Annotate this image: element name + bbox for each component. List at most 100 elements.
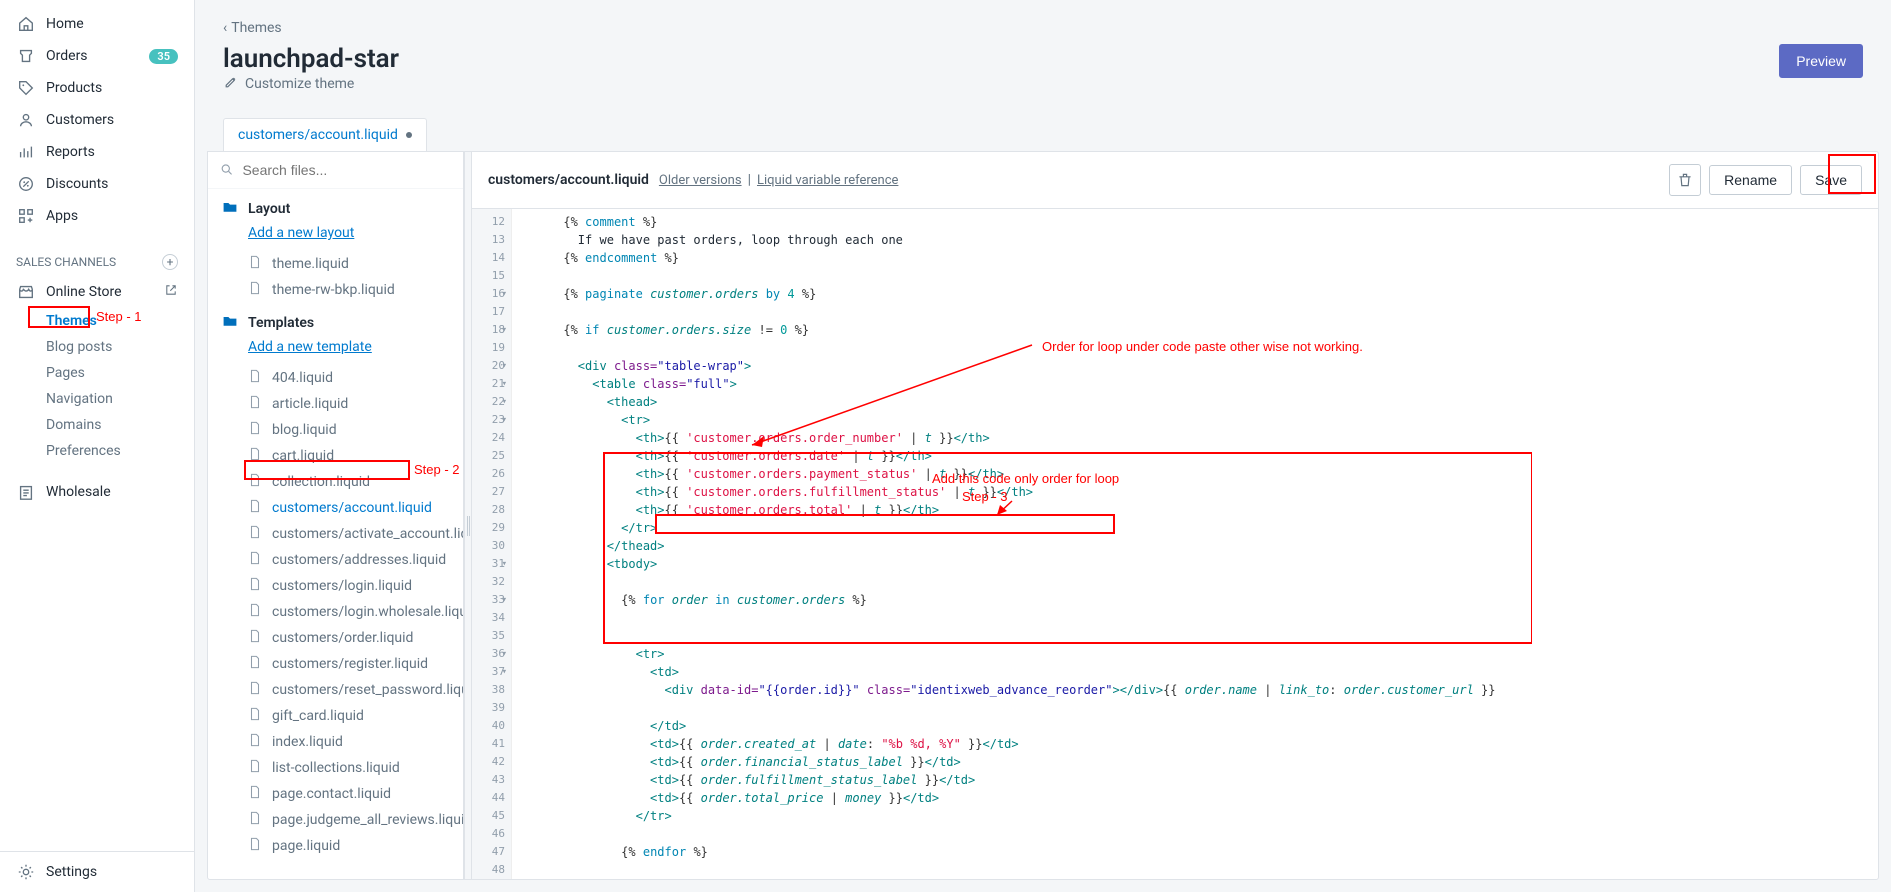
file-item[interactable]: customers/reset_password.liquid [208, 677, 463, 703]
subnav-navigation[interactable]: Navigation [46, 386, 194, 412]
rename-button[interactable]: Rename [1709, 165, 1792, 195]
nav-label: Apps [46, 208, 78, 224]
code-body[interactable]: 1213141516▾1718▾1920▾21▾22▾23▾2425262728… [472, 209, 1878, 879]
file-icon [248, 421, 262, 439]
settings-icon [16, 862, 36, 882]
templates-section-header[interactable]: Templates [208, 303, 463, 337]
liquid-reference-link[interactable]: Liquid variable reference [757, 173, 898, 188]
file-icon [248, 551, 262, 569]
nav-orders[interactable]: Orders 35 [0, 40, 194, 72]
customers-icon [16, 110, 36, 130]
nav-label: Online Store [46, 284, 122, 300]
customize-theme-link[interactable]: Customize theme [223, 74, 399, 94]
nav-discounts[interactable]: Discounts [0, 168, 194, 200]
preview-button[interactable]: Preview [1779, 44, 1863, 78]
orders-icon [16, 46, 36, 66]
nav-settings[interactable]: Settings [0, 852, 194, 892]
annotation-note2: Add this code only order for loop [932, 469, 1119, 489]
file-icon [248, 759, 262, 777]
file-item[interactable]: customers/order.liquid [208, 625, 463, 651]
code-header: customers/account.liquid Older versions … [472, 152, 1878, 209]
file-item[interactable]: customers/login.liquid [208, 573, 463, 599]
file-icon [248, 837, 262, 855]
panel-splitter[interactable] [464, 152, 472, 879]
file-item[interactable]: customers/register.liquid [208, 651, 463, 677]
sidebar-footer: Settings [0, 851, 194, 892]
nav-wholesale[interactable]: Wholesale [0, 476, 194, 508]
file-icon [248, 681, 262, 699]
file-icon [248, 577, 262, 595]
search-icon [220, 162, 234, 178]
orders-badge: 35 [149, 49, 178, 64]
delete-button[interactable] [1669, 164, 1701, 196]
subnav-preferences[interactable]: Preferences [46, 438, 194, 464]
nav-label: Wholesale [46, 484, 111, 500]
line-gutter: 1213141516▾1718▾1920▾21▾22▾23▾2425262728… [472, 209, 512, 879]
file-item[interactable]: customers/activate_account.liquid [208, 521, 463, 547]
section-title: Templates [248, 315, 314, 331]
file-icon [248, 733, 262, 751]
main-content: ‹ Themes launchpad-star Customize theme … [195, 0, 1891, 892]
tab-label: customers/account.liquid [238, 127, 398, 143]
file-search-input[interactable] [242, 162, 451, 178]
add-template-link[interactable]: Add a new template [208, 337, 463, 365]
file-icon [248, 811, 262, 829]
file-item[interactable]: blog.liquid [208, 417, 463, 443]
folder-icon [222, 199, 238, 219]
file-search-box [208, 152, 463, 189]
file-icon [248, 525, 262, 543]
add-layout-link[interactable]: Add a new layout [208, 223, 463, 251]
external-link-icon[interactable] [164, 283, 178, 301]
subnav-domains[interactable]: Domains [46, 412, 194, 438]
breadcrumb[interactable]: ‹ Themes [223, 20, 1863, 36]
file-item[interactable]: page.liquid [208, 833, 463, 859]
file-icon [248, 603, 262, 621]
file-item[interactable]: page.judgeme_all_reviews.liquid [208, 807, 463, 833]
header-area: ‹ Themes launchpad-star Customize theme … [195, 0, 1891, 151]
file-item[interactable]: gift_card.liquid [208, 703, 463, 729]
editor-tab[interactable]: customers/account.liquid [223, 118, 427, 151]
editor-area: Layout Add a new layout theme.liquid the… [207, 151, 1879, 880]
separator: | [748, 172, 751, 188]
nav-reports[interactable]: Reports [0, 136, 194, 168]
file-item[interactable]: customers/account.liquid [208, 495, 463, 521]
file-item[interactable]: customers/login.wholesale.liquid [208, 599, 463, 625]
store-icon [16, 282, 36, 302]
file-item[interactable]: theme-rw-bkp.liquid [208, 277, 463, 303]
nav-label: Reports [46, 144, 95, 160]
file-item[interactable]: article.liquid [208, 391, 463, 417]
subnav-pages[interactable]: Pages [46, 360, 194, 386]
nav-apps[interactable]: Apps [0, 200, 194, 232]
file-icon [248, 499, 262, 517]
save-button[interactable]: Save [1800, 165, 1862, 195]
home-icon [16, 14, 36, 34]
code-text-area[interactable]: {% comment %} If we have past orders, lo… [512, 209, 1878, 879]
nav-label: Home [46, 16, 84, 32]
file-icon [248, 655, 262, 673]
nav-customers[interactable]: Customers [0, 104, 194, 136]
page-title: launchpad-star [223, 44, 399, 74]
nav-online-store[interactable]: Online Store [0, 276, 194, 308]
file-item[interactable]: page.contact.liquid [208, 781, 463, 807]
file-item[interactable]: index.liquid [208, 729, 463, 755]
file-item[interactable]: list-collections.liquid [208, 755, 463, 781]
code-editor-panel: customers/account.liquid Older versions … [472, 152, 1878, 879]
customize-icon [223, 74, 239, 94]
file-item[interactable]: customers/addresses.liquid [208, 547, 463, 573]
layout-section-header[interactable]: Layout [208, 189, 463, 223]
products-icon [16, 78, 36, 98]
file-icon [248, 395, 262, 413]
nav-home[interactable]: Home [0, 8, 194, 40]
older-versions-link[interactable]: Older versions [659, 173, 742, 188]
nav-products[interactable]: Products [0, 72, 194, 104]
file-item[interactable]: theme.liquid [208, 251, 463, 277]
template-file-list: 404.liquidarticle.liquidblog.liquidcart.… [208, 365, 463, 859]
channels-title-text: SALES CHANNELS [16, 255, 116, 269]
breadcrumb-text: Themes [231, 20, 281, 36]
add-channel-icon[interactable]: + [162, 254, 178, 270]
subnav-blog-posts[interactable]: Blog posts [46, 334, 194, 360]
file-icon [248, 255, 262, 273]
nav-label: Orders [46, 48, 88, 64]
file-item[interactable]: 404.liquid [208, 365, 463, 391]
online-store-subnav: Themes Blog posts Pages Navigation Domai… [0, 308, 194, 464]
